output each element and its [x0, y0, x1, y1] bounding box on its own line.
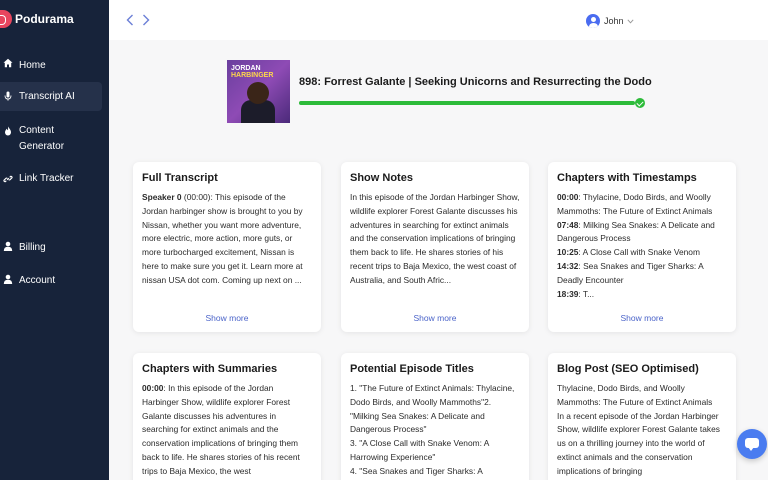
sidebar-item-label: Account [19, 275, 56, 286]
sidebar-item-label: Link Tracker [19, 173, 74, 184]
sidebar: Podurama Home Transcript AI Content Gener… [0, 0, 109, 480]
sidebar-item-label: Billing [19, 242, 46, 253]
card-body: 00:00: In this episode of the Jordan Har… [142, 383, 300, 476]
user-menu[interactable]: John [586, 14, 634, 28]
sidebar-item-label: Content Generator [19, 125, 65, 152]
card-body: Thylacine, Dodo Birds, and Woolly Mammot… [557, 383, 720, 476]
show-more-link[interactable]: Show more [548, 313, 736, 323]
card-title: Full Transcript [142, 172, 218, 184]
mic-icon [3, 91, 13, 101]
sidebar-item-transcript-ai[interactable]: Transcript AI [0, 82, 102, 111]
sidebar-item-content-generator[interactable]: Content Generator [0, 123, 102, 155]
speaker-label: Speaker 0 [142, 192, 182, 202]
sidebar-item-label: Transcript AI [19, 91, 75, 102]
episode-cover-image[interactable]: JORDAN HARBINGER [227, 60, 290, 123]
cover-figure-head [247, 82, 269, 104]
chapter-item: 14:32: Sea Snakes and Tiger Sharks: A De… [557, 260, 704, 285]
chat-icon[interactable] [737, 429, 767, 459]
sidebar-item-account[interactable]: Account [0, 273, 102, 289]
brand-name: Podurama [15, 12, 74, 26]
card-body: 00:00: Thylacine, Dodo Birds, and Woolly… [557, 191, 727, 301]
podurama-logo-icon [0, 10, 12, 28]
check-circle-icon [635, 98, 645, 108]
home-icon [3, 58, 13, 68]
chevron-down-icon [626, 17, 634, 26]
transcription-progress-bar [299, 101, 635, 105]
card-title: Chapters with Timestamps [557, 172, 697, 184]
card-chapters-summaries: Chapters with Summaries 00:00: In this e… [133, 353, 321, 480]
card-title: Blog Post (SEO Optimised) [557, 363, 699, 375]
episode-title: 898: Forrest Galante | Seeking Unicorns … [299, 76, 652, 88]
chapter-item: 18:39: T... [557, 288, 595, 299]
card-chapters-timestamps: Chapters with Timestamps 00:00: Thylacin… [548, 162, 736, 332]
sidebar-item-label: Home [19, 60, 46, 71]
sidebar-item-link-tracker[interactable]: Link Tracker [0, 171, 102, 187]
user-avatar-icon [586, 14, 600, 28]
sidebar-item-home[interactable]: Home [0, 58, 102, 74]
card-title: Potential Episode Titles [350, 363, 474, 375]
progress-fill [299, 101, 635, 105]
card-episode-titles: Potential Episode Titles 1. "The Future … [341, 353, 529, 480]
link-icon [3, 174, 13, 184]
cover-text-line2: HARBINGER [231, 72, 274, 79]
cover-text-line1: JORDAN [231, 65, 261, 72]
chapter-item: 10:25: A Close Call with Snake Venom [557, 247, 700, 258]
chapter-item: 07:48: Milking Sea Snakes: A Delicate an… [557, 219, 715, 244]
show-more-link[interactable]: Show more [133, 313, 321, 323]
person-icon [3, 241, 13, 251]
sidebar-item-billing[interactable]: Billing [0, 240, 102, 256]
chevron-right-icon[interactable] [141, 14, 153, 28]
show-more-link[interactable]: Show more [341, 313, 529, 323]
card-title: Show Notes [350, 172, 413, 184]
chapter-item: 00:00: Thylacine, Dodo Birds, and Woolly… [557, 192, 713, 216]
person-icon [3, 274, 13, 284]
brand[interactable]: Podurama [0, 10, 74, 28]
card-show-notes: Show Notes In this episode of the Jordan… [341, 162, 529, 332]
main-content: JORDAN HARBINGER 898: Forrest Galante | … [109, 40, 768, 480]
card-full-transcript: Full Transcript Speaker 0 (00:00): This … [133, 162, 321, 332]
card-body: 1. "The Future of Extinct Animals: Thyla… [350, 383, 515, 476]
flame-icon [3, 126, 13, 136]
chevron-left-icon[interactable] [125, 14, 137, 28]
card-body: In this episode of the Jordan Harbinger … [350, 192, 520, 285]
card-body: Speaker 0 (00:00): This episode of the J… [142, 192, 303, 285]
top-bar: John [109, 0, 768, 40]
user-name: John [604, 16, 624, 26]
card-title: Chapters with Summaries [142, 363, 278, 375]
card-blog-post: Blog Post (SEO Optimised) Thylacine, Dod… [548, 353, 736, 480]
